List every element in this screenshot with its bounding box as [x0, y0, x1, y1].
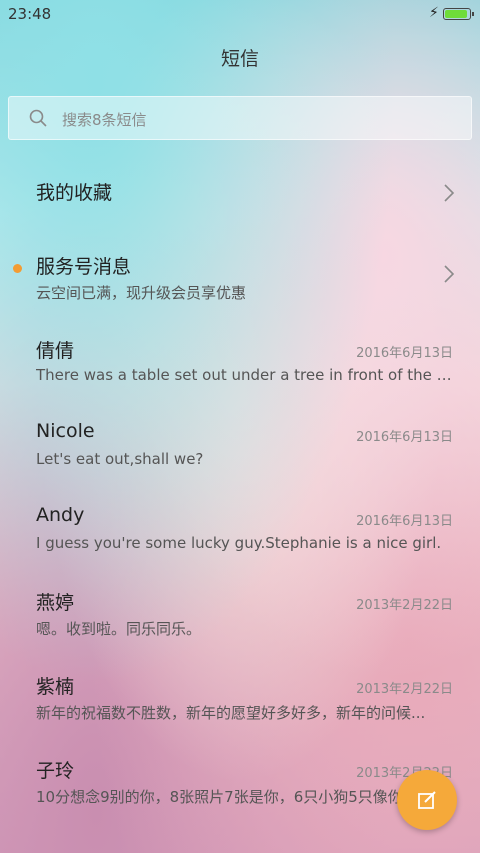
search-input[interactable]: 搜索8条短信 [8, 96, 472, 140]
message-date: 2016年6月13日 [356, 514, 453, 529]
search-placeholder: 搜索8条短信 [62, 111, 147, 129]
favorites-label: 我的收藏 [36, 182, 113, 204]
search-icon [29, 109, 47, 127]
lightning-icon: ⚡ [429, 5, 439, 21]
contact-name: Andy [36, 504, 85, 526]
contact-name: 燕婷 [36, 592, 75, 614]
conversation-row[interactable]: 紫楠 2013年2月22日 新年的祝福数不胜数，新年的愿望好多好多，新年的问候.… [0, 672, 480, 756]
chevron-right-icon [444, 265, 455, 283]
message-preview: I guess you're some lucky guy.Stephanie … [36, 534, 442, 552]
contact-name: 子玲 [36, 760, 75, 782]
message-preview: Let's eat out,shall we? [36, 450, 204, 468]
message-preview: 嗯。收到啦。同乐同乐。 [36, 620, 202, 638]
message-preview: 10分想念9别的你，8张照片7张是你，6只小狗5只像你 [36, 788, 403, 806]
unread-dot [13, 264, 22, 273]
contact-name: 倩倩 [36, 340, 75, 362]
conversation-row[interactable]: 倩倩 2016年6月13日 There was a table set out … [0, 336, 480, 420]
chevron-right-icon [444, 184, 455, 202]
conversation-row[interactable]: Andy 2016年6月13日 I guess you're some luck… [0, 504, 480, 588]
message-preview: There was a table set out under a tree i… [36, 366, 456, 384]
status-time: 23:48 [8, 5, 52, 23]
conversation-row[interactable]: Nicole 2016年6月13日 Let's eat out,shall we… [0, 420, 480, 504]
message-preview: 新年的祝福数不胜数，新年的愿望好多好多，新年的问候... [36, 704, 426, 722]
service-preview: 云空间已满，现升级会员享优惠 [36, 284, 247, 302]
status-bar: 23:48 ⚡ [0, 0, 480, 28]
favorites-row[interactable]: 我的收藏 [0, 178, 480, 262]
battery-icon [443, 8, 474, 20]
message-date: 2013年2月22日 [356, 682, 453, 697]
service-messages-row[interactable]: 服务号消息 云空间已满，现升级会员享优惠 [0, 252, 480, 336]
contact-name: 紫楠 [36, 676, 75, 698]
message-date: 2013年2月22日 [356, 598, 453, 613]
message-date: 2016年6月13日 [356, 430, 453, 445]
compose-icon [418, 791, 436, 809]
compose-button[interactable] [397, 770, 457, 830]
service-label: 服务号消息 [36, 256, 132, 278]
contact-name: Nicole [36, 420, 95, 442]
message-date: 2016年6月13日 [356, 346, 453, 361]
conversation-row[interactable]: 燕婷 2013年2月22日 嗯。收到啦。同乐同乐。 [0, 588, 480, 672]
page-title: 短信 [220, 48, 259, 70]
